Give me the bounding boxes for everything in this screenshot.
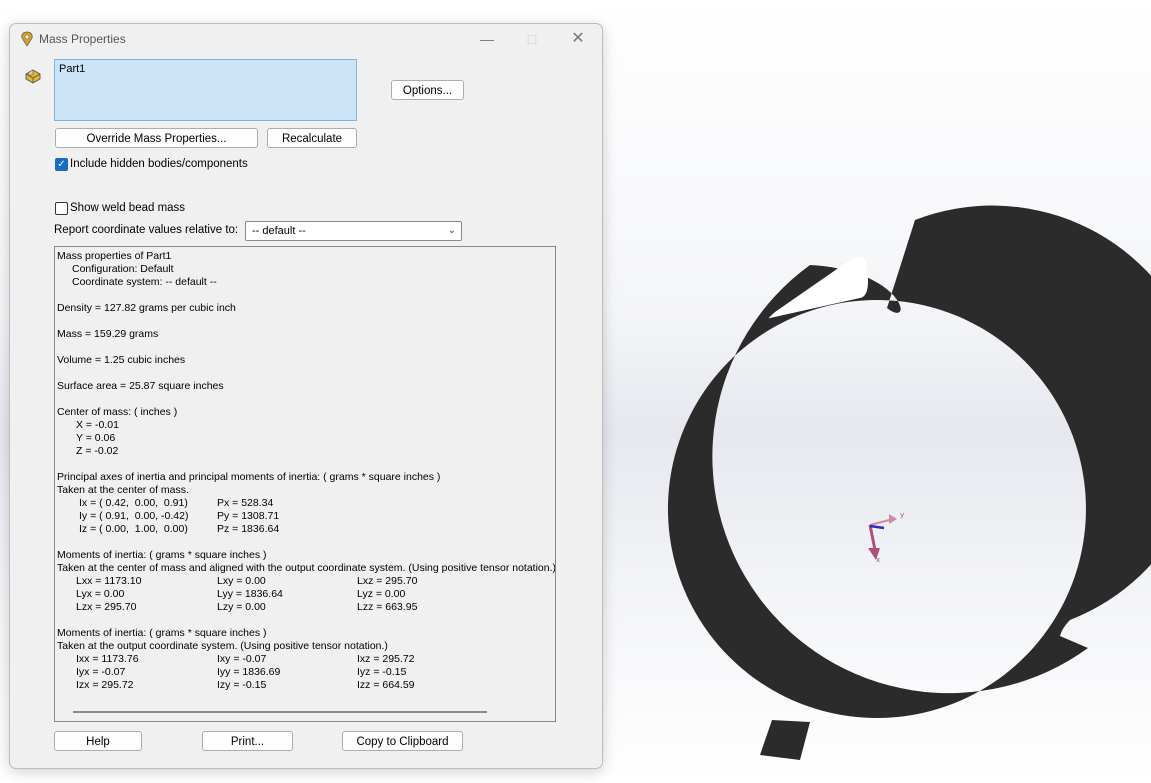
report-line: Lxx = 1173.10 [76, 575, 142, 587]
selection-listbox[interactable]: Part1 [54, 59, 357, 121]
close-button[interactable]: ✕ [564, 28, 592, 50]
mass-properties-report[interactable]: Mass properties of Part1 Configuration: … [54, 246, 556, 722]
include-hidden-label: Include hidden bodies/components [70, 158, 248, 170]
maximize-button[interactable]: □ [518, 28, 546, 50]
report-line: Taken at the center of mass. [57, 484, 189, 496]
report-line: Coordinate system: -- default -- [72, 276, 217, 288]
solidworks-app-icon [21, 31, 33, 47]
report-line: Iyz = -0.15 [357, 666, 407, 678]
report-line: Pz = 1836.64 [217, 523, 280, 535]
report-line: Taken at the center of mass and aligned … [57, 562, 556, 574]
report-line: Izx = 295.72 [76, 679, 134, 691]
report-line: Lzx = 295.70 [76, 601, 137, 613]
options-button[interactable]: Options... [391, 80, 464, 100]
mass-properties-dialog: Mass Properties — □ ✕ Part1 Options... O… [9, 23, 603, 769]
coord-label: Report coordinate values relative to: [54, 224, 239, 236]
part-tab [760, 720, 810, 760]
horizontal-scrollbar[interactable] [73, 711, 487, 713]
report-line: Center of mass: ( inches ) [57, 406, 178, 418]
weld-bead-checkbox[interactable] [55, 202, 68, 215]
triad-y-label: y [900, 511, 904, 519]
report-line: Principal axes of inertia and principal … [57, 471, 441, 483]
override-mass-properties-button[interactable]: Override Mass Properties... [55, 128, 258, 148]
print-button[interactable]: Print... [202, 731, 293, 751]
triad-icon: y x [868, 511, 904, 564]
title-bar[interactable]: Mass Properties — □ ✕ [10, 24, 602, 54]
report-line: Moments of inertia: ( grams * square inc… [57, 549, 267, 561]
report-line: Ix = ( 0.42, 0.00, 0.91) [79, 497, 188, 509]
report-line: Y = 0.06 [76, 432, 116, 444]
report-line: Configuration: Default [72, 263, 174, 275]
recalculate-button[interactable]: Recalculate [267, 128, 357, 148]
report-line: Taken at the output coordinate system. (… [57, 640, 388, 652]
report-line: Mass = 159.29 grams [57, 328, 159, 340]
report-line: Moments of inertia: ( grams * square inc… [57, 627, 267, 639]
report-line: Lyx = 0.00 [76, 588, 125, 600]
report-line: Volume = 1.25 cubic inches [57, 354, 186, 366]
report-line: Lyy = 1836.64 [217, 588, 283, 600]
selection-item[interactable]: Part1 [59, 63, 85, 75]
report-line: Lzy = 0.00 [217, 601, 266, 613]
copy-to-clipboard-button[interactable]: Copy to Clipboard [342, 731, 463, 751]
report-line: Ixz = 295.72 [357, 653, 415, 665]
report-line: Px = 528.34 [217, 497, 274, 509]
dialog-title: Mass Properties [39, 32, 126, 46]
include-hidden-checkbox[interactable]: ✓ [55, 158, 68, 171]
report-line: Iz = ( 0.00, 1.00, 0.00) [79, 523, 188, 535]
report-line: Ixx = 1173.76 [76, 653, 139, 665]
minimize-button[interactable]: — [473, 28, 501, 50]
report-line: Lyz = 0.00 [357, 588, 406, 600]
report-line: Izz = 664.59 [357, 679, 415, 691]
report-line: Density = 127.82 grams per cubic inch [57, 302, 236, 314]
weld-bead-label: Show weld bead mass [70, 202, 186, 214]
coord-system-value: -- default -- [252, 225, 306, 237]
report-line: Iyy = 1836.69 [217, 666, 281, 678]
report-line: Surface area = 25.87 square inches [57, 380, 224, 392]
coord-system-select[interactable]: -- default -- ⌄ [245, 221, 462, 241]
report-line: Iy = ( 0.91, 0.00, -0.42) [79, 510, 189, 522]
chevron-down-icon: ⌄ [447, 225, 456, 236]
part-model-view[interactable]: y x [600, 0, 1151, 783]
part-icon [25, 69, 41, 84]
report-line: Ixy = -0.07 [217, 653, 267, 665]
report-line: Izy = -0.15 [217, 679, 267, 691]
triad-x-label: x [876, 556, 880, 564]
help-button[interactable]: Help [54, 731, 142, 751]
report-line: Py = 1308.71 [217, 510, 280, 522]
report-line: Z = -0.02 [76, 445, 119, 457]
part-ring [667, 205, 1151, 718]
report-line: Iyx = -0.07 [76, 666, 126, 678]
report-line: Lxz = 295.70 [357, 575, 418, 587]
report-line: Lzz = 663.95 [357, 601, 418, 613]
report-line: X = -0.01 [76, 419, 119, 431]
report-line: Lxy = 0.00 [217, 575, 266, 587]
report-line: Mass properties of Part1 [57, 250, 172, 262]
